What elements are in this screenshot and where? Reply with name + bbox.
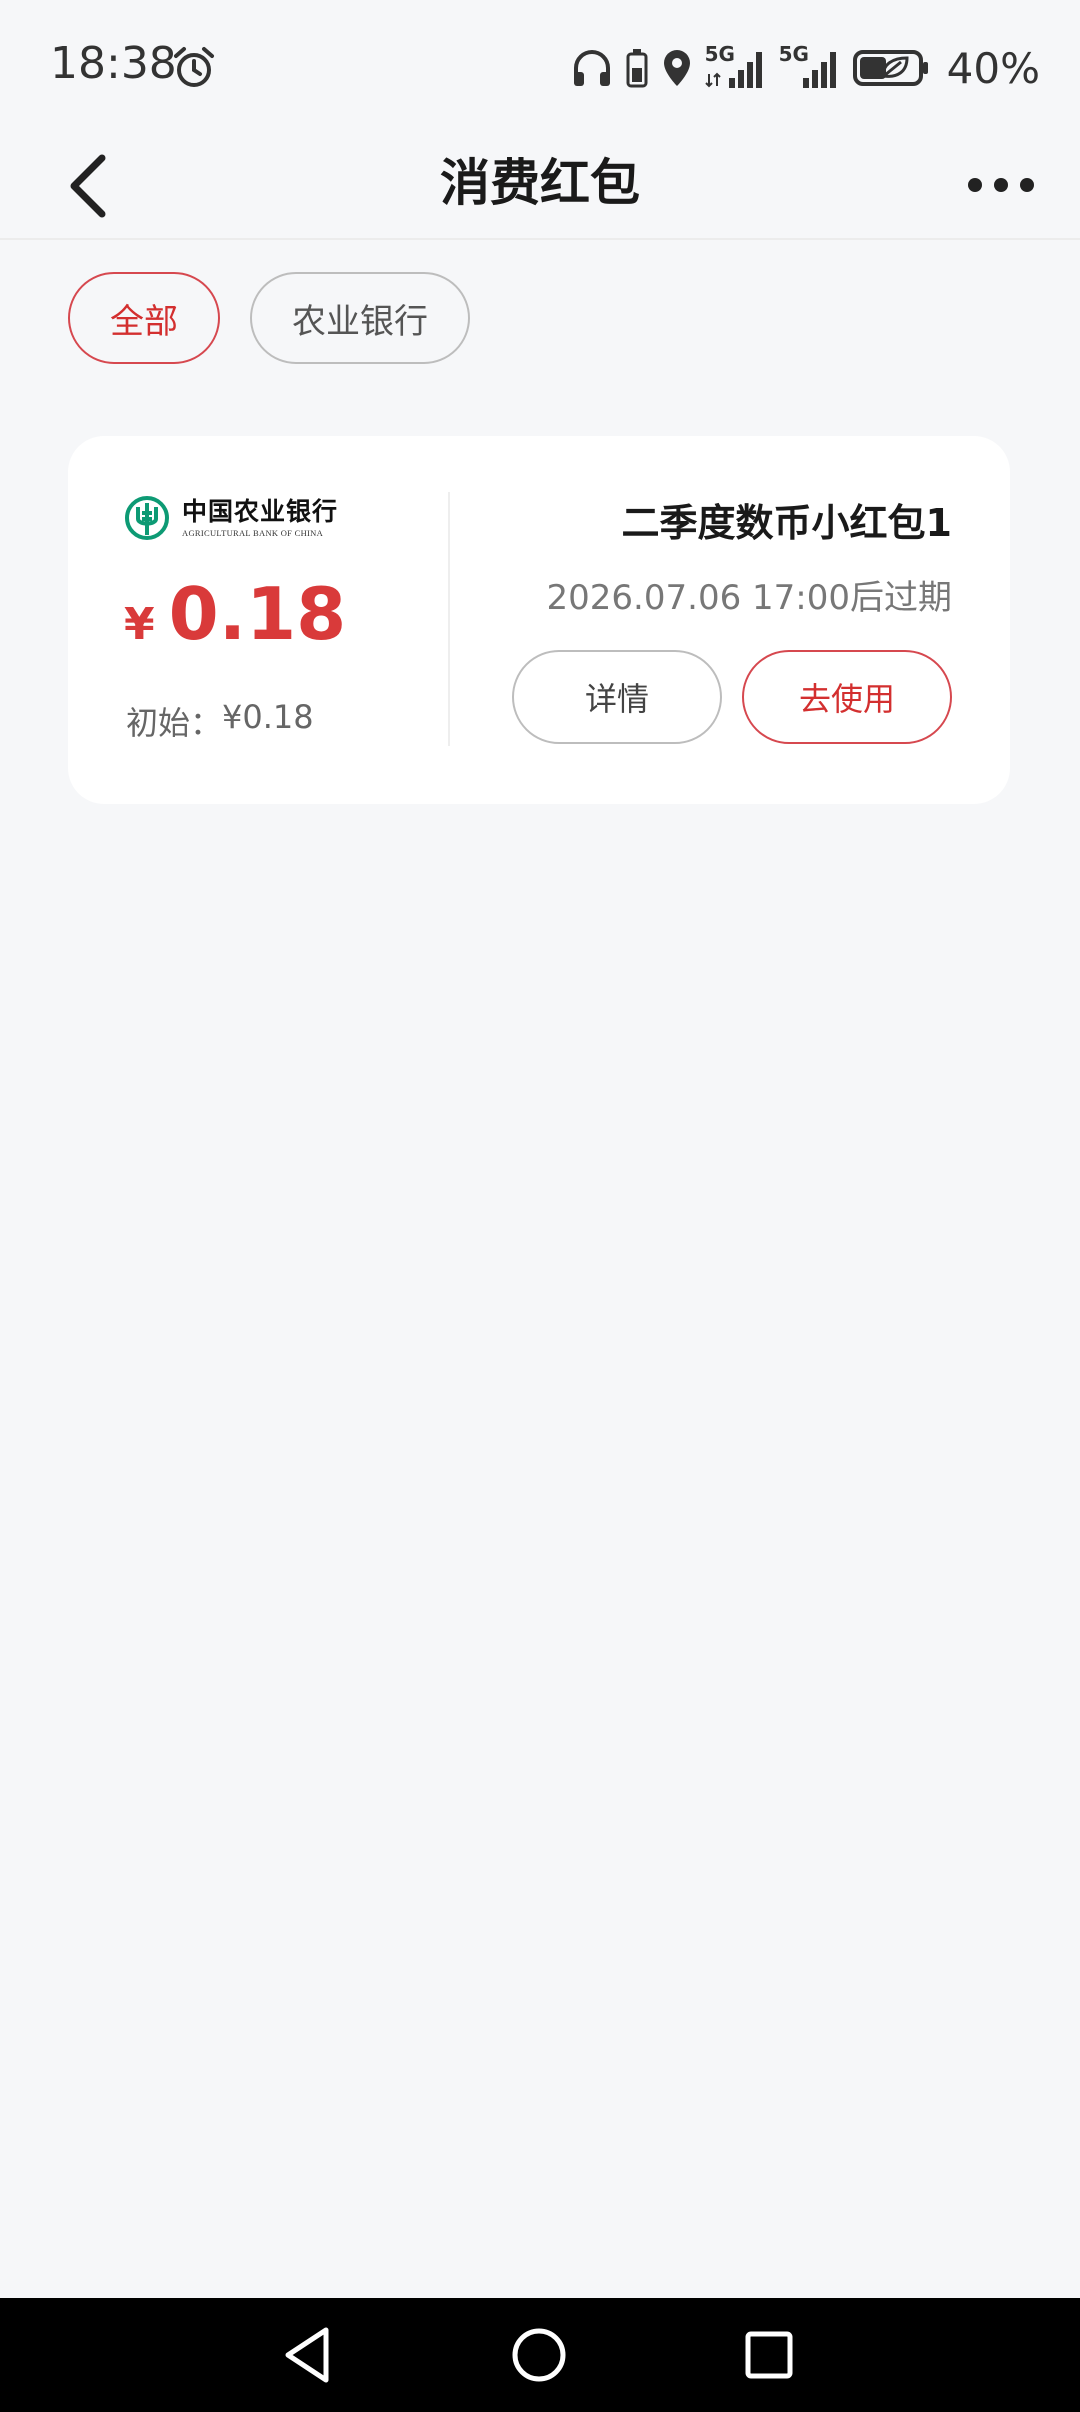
bank-name-en: AGRICULTURAL BANK OF CHINA [182,528,324,538]
status-bar: 18:38 5G 5G 40% [0,0,1080,130]
use-button[interactable]: 去使用 [742,650,952,744]
status-icons: 5G 5G 40% [571,42,1040,94]
currency-symbol: ¥ [124,599,155,650]
filter-chip-abc[interactable]: 农业银行 [250,272,470,364]
location-icon [663,50,690,86]
detail-button[interactable]: 详情 [512,650,722,744]
initial-amount: 初始： ¥0.18 [126,698,314,744]
header: 消费红包 [0,130,1080,240]
coupon-card: 中国农业银行 AGRICULTURAL BANK OF CHINA ¥ 0.18… [68,436,1010,804]
amount-value: 0.18 [168,572,347,656]
coupon-expiry: 2026.07.06 17:00后过期 [546,578,952,618]
coupon-title: 二季度数币小红包1 [621,501,952,545]
status-time: 18:38 [50,38,177,89]
signal-icon-2: 5G [779,42,841,90]
nav-home-icon[interactable] [504,2322,574,2388]
signal-icon: 5G [705,42,767,90]
bank-logo: 中国农业银行 AGRICULTURAL BANK OF CHINA [124,492,354,544]
filter-tabs: 全部 农业银行 [68,272,470,364]
initial-label: 初始： [126,704,223,742]
coupon-amount: ¥ 0.18 [124,572,346,656]
bank-name-cn: 中国农业银行 [182,497,339,526]
more-horizontal-icon[interactable] [966,160,1036,210]
card-divider [448,492,450,746]
nav-back-icon[interactable] [274,2322,344,2388]
nav-recent-icon[interactable] [734,2322,804,2388]
battery-saver-icon [626,49,648,88]
alarm-icon [174,47,214,87]
headphones-icon [573,50,610,86]
system-nav-bar [0,2298,1080,2412]
abc-logo-icon [125,496,169,540]
battery-icon [852,50,928,86]
filter-chip-all[interactable]: 全部 [68,272,220,364]
bank-logo-text: 中国农业银行 AGRICULTURAL BANK OF CHINA [182,497,338,539]
battery-percent: 40% [946,43,1040,93]
initial-value: ¥0.18 [222,698,314,736]
page-title: 消费红包 [440,154,640,212]
